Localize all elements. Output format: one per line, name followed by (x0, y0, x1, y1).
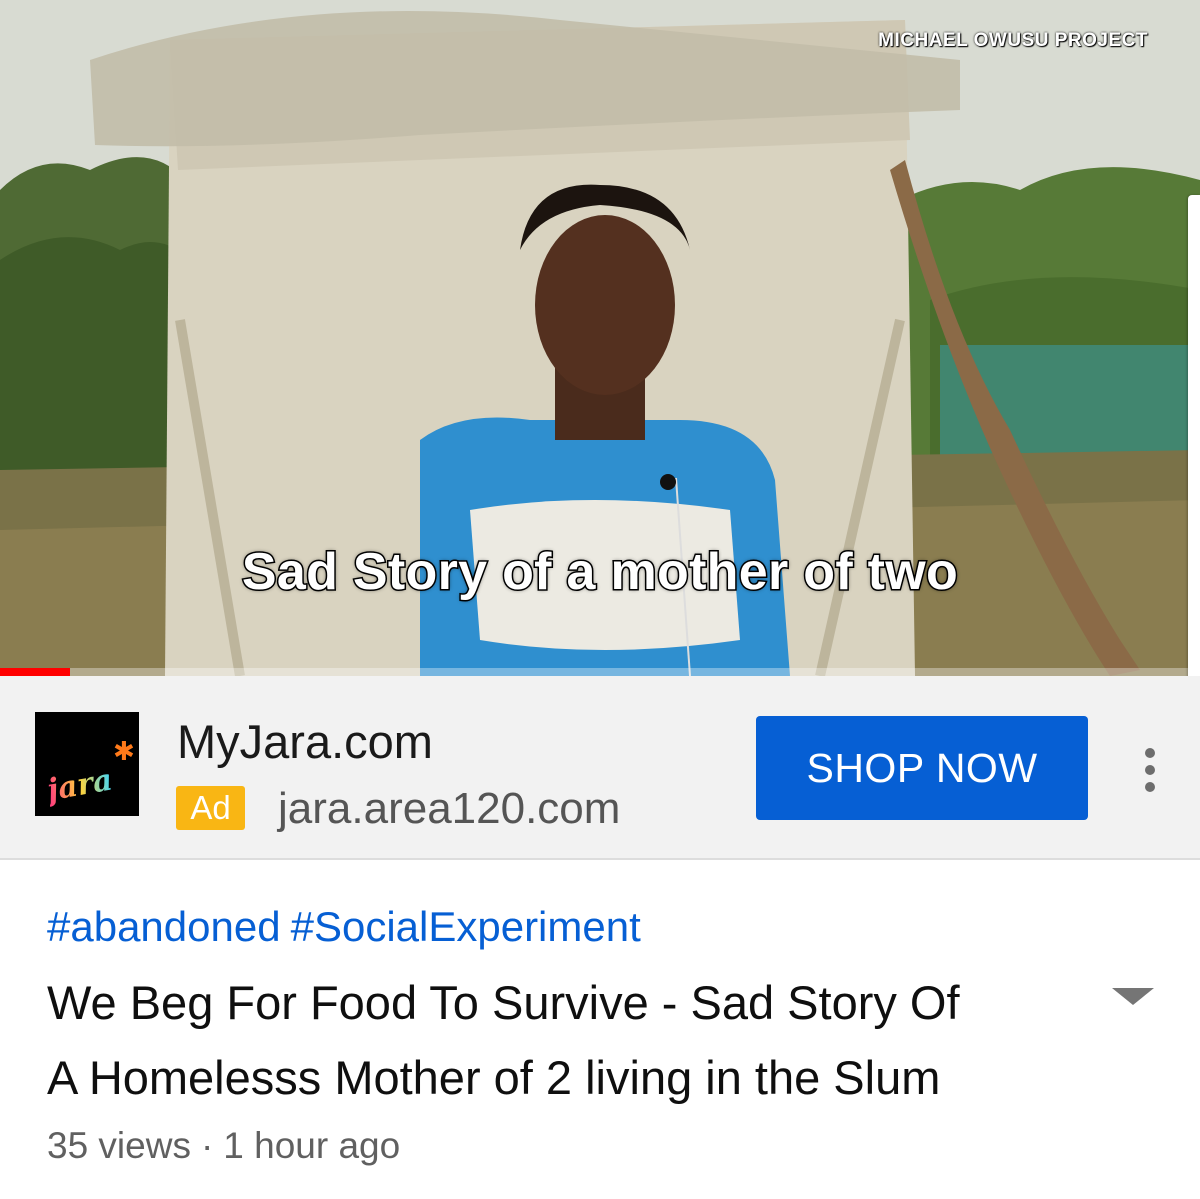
advertiser-domain[interactable]: jara.area120.com (278, 784, 620, 834)
menu-dot (1145, 782, 1155, 792)
hashtag-link[interactable]: #SocialExperiment (291, 903, 641, 950)
shop-now-button[interactable]: SHOP NOW (756, 716, 1088, 820)
menu-dot (1145, 765, 1155, 775)
hashtag-link[interactable]: #abandoned (47, 903, 281, 950)
video-title-line: A Homelesss Mother of 2 living in the Sl… (47, 1051, 941, 1104)
channel-watermark: MICHAEL OWUSU PROJECT (878, 30, 1148, 51)
logo-wordmark: jara (44, 762, 116, 809)
menu-dot (1145, 748, 1155, 758)
video-player[interactable]: MICHAEL OWUSU PROJECT Sad Story of a mot… (0, 0, 1200, 676)
advertiser-name[interactable]: MyJara.com (177, 714, 433, 769)
progress-bar[interactable] (0, 668, 1200, 676)
view-count: 35 views (47, 1125, 191, 1166)
hashtag-row: #abandoned #SocialExperiment (47, 903, 651, 951)
expand-triangle-icon[interactable] (1112, 988, 1154, 1005)
video-metadata: 35 views · 1 hour ago (47, 1125, 400, 1167)
separator: · (200, 1125, 214, 1166)
ad-badge: Ad (176, 786, 245, 830)
more-vert-icon[interactable] (1138, 748, 1162, 792)
video-title-line: We Beg For Food To Survive - Sad Story O… (47, 976, 960, 1029)
video-caption: Sad Story of a mother of two (240, 542, 959, 603)
progress-fill (0, 668, 70, 676)
advertiser-logo[interactable]: jara ✱ (35, 712, 139, 816)
video-title[interactable]: We Beg For Food To Survive - Sad Story O… (47, 965, 1067, 1115)
scroll-handle[interactable] (1188, 195, 1200, 676)
ad-banner[interactable]: jara ✱ MyJara.com Ad jara.area120.com SH… (0, 676, 1200, 860)
asterisk-icon: ✱ (113, 736, 135, 766)
upload-age: 1 hour ago (223, 1125, 401, 1166)
